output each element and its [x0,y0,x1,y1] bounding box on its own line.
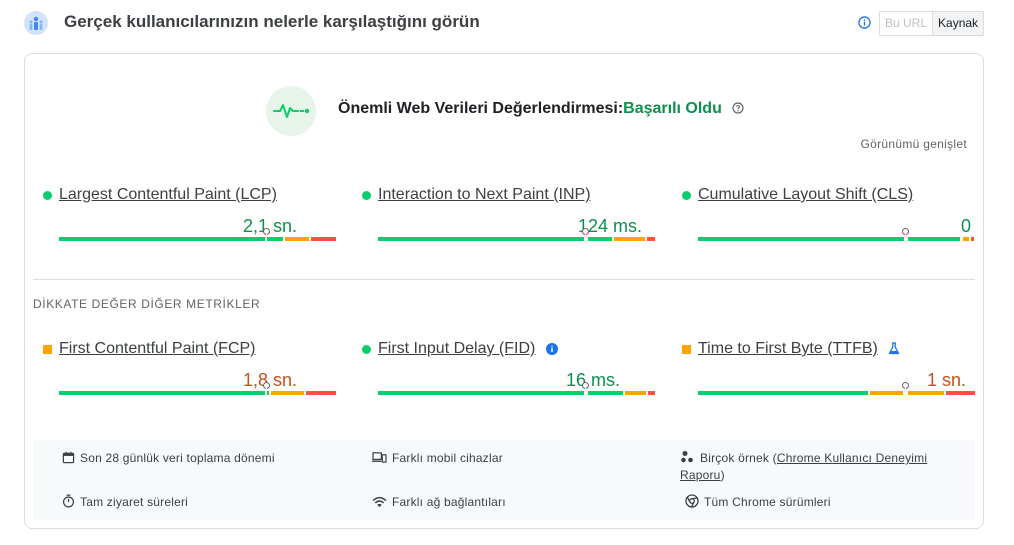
this-url-option[interactable]: Bu URL [880,12,934,35]
collection-period-text: Son 28 günlük veri toplama dönemi [80,451,275,465]
metric-cls: Cumulative Layout Shift (CLS) 0 [682,186,974,248]
good-status-icon [682,191,691,200]
bar-average [271,391,304,395]
metric-label[interactable]: Largest Contentful Paint (LCP) [59,186,277,204]
metric-fid: First Input Delay (FID) 16 ms. [362,340,655,402]
bar-good-tail [267,237,283,241]
bar-good-tail [588,391,623,395]
section-divider [33,279,975,280]
bar-good [378,237,584,241]
metric-label[interactable]: First Input Delay (FID) [378,340,535,358]
collection-period: Son 28 günlük veri toplama dönemi [62,450,275,467]
bar-average [614,237,645,241]
page-header: Gerçek kullanıcılarınızın nelerle karşıl… [24,10,988,36]
devices-icon [372,452,387,463]
other-metrics-heading: DİKKATE DEĞER DİĞER METRİKLER [33,297,261,311]
bar-good [378,391,584,395]
metric-value: 2,1 sn. [242,216,297,236]
metric-label[interactable]: Interaction to Next Paint (INP) [378,186,591,204]
distribution-bar [59,237,336,241]
bar-good [698,391,868,395]
origin-option[interactable]: Kaynak [933,12,984,35]
average-status-icon [43,345,52,354]
data-info-footer: Son 28 günlük veri toplama dönemi Farklı… [33,440,975,520]
cwv-assessment: Önemli Web Verileri Değerlendirmesi:Başa… [338,100,744,118]
bar-average [285,237,309,241]
p75-marker [582,382,589,395]
experimental-flask-icon[interactable] [888,342,900,355]
visit-duration-text: Tam ziyaret süreleri [80,495,189,509]
bar-good-tail [267,391,269,395]
pulse-icon [266,86,316,136]
info-icon[interactable] [858,16,871,29]
visit-duration-info: Tam ziyaret süreleri [62,494,188,511]
devices-text: Farklı mobil cihazlar [392,451,503,465]
metric-label[interactable]: First Contentful Paint (FCP) [59,340,256,358]
samples-prefix: Birçok örnek ( [700,451,777,465]
metric-label[interactable]: Time to First Byte (TTFB) [698,340,878,358]
metric-fcp: First Contentful Paint (FCP) 1,8 sn. [43,340,336,402]
crux-users-icon [24,11,48,35]
stopwatch-icon [62,494,75,508]
bar-average-tail [908,391,944,395]
bar-poor [311,237,336,241]
bar-good-tail [588,237,612,241]
p75-marker [902,382,909,395]
metric-value: 1,8 sn. [242,370,297,390]
bar-poor [946,391,975,395]
bar-good [698,237,904,241]
distribution-bar [698,391,975,395]
distribution-bar [378,237,655,241]
samples-icon [681,451,693,463]
bar-poor [647,237,655,241]
samples-info: Birçok örnek (Chrome Kullanıcı Deneyimi … [680,450,955,484]
bar-poor [971,237,974,241]
devices-info: Farklı mobil cihazlar [372,450,503,467]
field-data-card: Önemli Web Verileri Değerlendirmesi:Başa… [24,53,984,529]
network-info: Farklı ağ bağlantıları [372,494,506,511]
bar-average [963,237,969,241]
distribution-bar [378,391,655,395]
p75-marker [263,382,270,395]
p75-marker [902,228,909,241]
bar-average [870,391,903,395]
expand-view-link[interactable]: Görünümü genişlet [861,137,968,151]
metric-label[interactable]: Cumulative Layout Shift (CLS) [698,186,913,204]
help-icon[interactable] [732,102,744,114]
good-status-icon [43,191,52,200]
bar-good [59,391,265,395]
assessment-label: Önemli Web Verileri Değerlendirmesi: [338,100,624,117]
chrome-icon [685,494,699,508]
p75-marker [582,228,589,241]
distribution-bar [59,391,336,395]
bar-good [59,237,265,241]
bar-average [625,391,646,395]
page-title: Gerçek kullanıcılarınızın nelerle karşıl… [64,12,480,31]
assessment-status: Başarılı Oldu [623,100,722,117]
url-origin-toggle[interactable]: Bu URL Kaynak [879,11,985,36]
metric-value: 1 sn. [926,370,966,390]
p75-marker [263,228,270,241]
metric-lcp: Largest Contentful Paint (LCP) 2,1 sn. [43,186,336,248]
good-status-icon [362,191,371,200]
calendar-icon [62,451,75,464]
metric-ttfb: Time to First Byte (TTFB) 1 sn. [682,340,975,402]
info-filled-icon[interactable] [546,343,558,355]
metric-value: 16 ms. [565,370,620,390]
good-status-icon [362,345,371,354]
network-text: Farklı ağ bağlantıları [392,495,506,509]
bar-poor [306,391,336,395]
metric-inp: Interaction to Next Paint (INP) 124 ms. [362,186,655,248]
metric-value: 0 [960,216,971,236]
bar-poor [648,391,655,395]
wifi-icon [372,496,387,508]
bar-good-tail [908,237,960,241]
distribution-bar [698,237,975,241]
chrome-versions-text: Tüm Chrome sürümleri [704,495,831,509]
average-status-icon [682,345,691,354]
chrome-versions-info: Tüm Chrome sürümleri [685,494,831,511]
samples-suffix: ) [720,468,725,482]
